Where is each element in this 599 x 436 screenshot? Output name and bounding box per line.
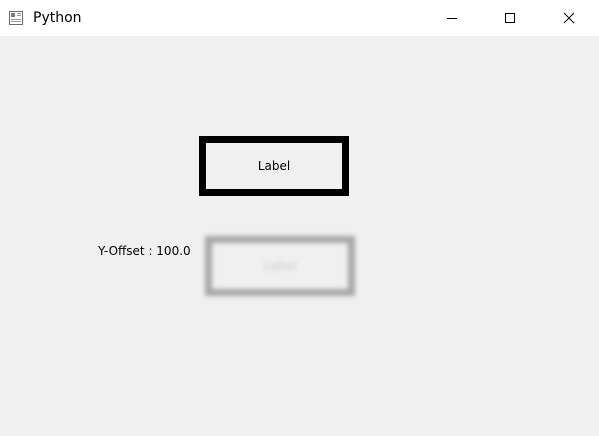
shadow-label-text: Label: [263, 259, 297, 273]
title-bar[interactable]: Python: [0, 0, 599, 36]
label-text: Label: [257, 159, 291, 173]
maximize-icon: [504, 9, 516, 28]
close-icon: [563, 9, 575, 28]
close-button[interactable]: [540, 0, 598, 36]
window-title: Python: [33, 10, 82, 26]
python-app-icon: [8, 10, 24, 26]
shadow-label-box: Label: [205, 236, 355, 296]
shadow-label: Label: [205, 236, 355, 296]
maximize-button[interactable]: [481, 0, 539, 36]
main-content: Label Y-Offset : 100.0 Label: [0, 36, 599, 436]
minimize-icon: [446, 9, 458, 28]
y-offset-text: Y-Offset : 100.0: [98, 244, 191, 258]
bordered-label: Label: [199, 136, 349, 196]
minimize-button[interactable]: [423, 0, 481, 36]
app-window: Python Label Y-Offset: 100.0 Label: [0, 0, 599, 436]
